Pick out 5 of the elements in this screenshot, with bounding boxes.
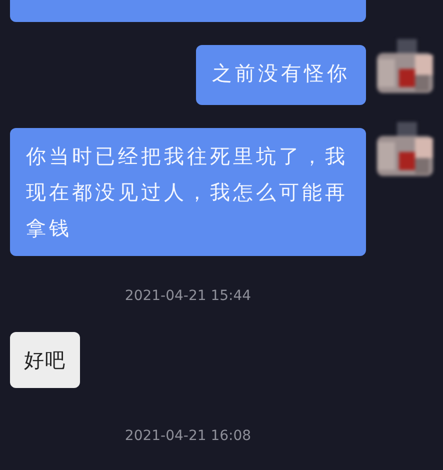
- message-bubble: 好吧: [10, 332, 80, 388]
- timestamp: 2021-04-21 16:08: [124, 428, 252, 444]
- message-bubble: 之前没有怪你: [196, 45, 366, 105]
- timestamp: 2021-04-21 15:44: [124, 288, 252, 304]
- message-bubble: 你当时已经把我往死里坑了，我现在都没见过人，我怎么可能再拿钱: [10, 128, 366, 256]
